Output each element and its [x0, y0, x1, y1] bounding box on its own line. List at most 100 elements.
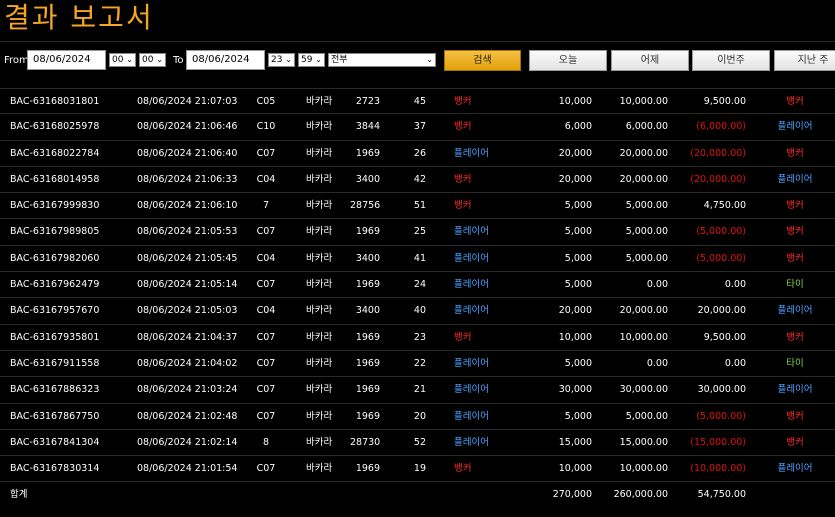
game-cell: 바카라	[306, 252, 333, 264]
bet-amount-cell: 5,000	[564, 410, 592, 422]
from-minute-value: 00	[142, 55, 154, 65]
datetime-cell: 08/06/2024 21:02:48	[137, 410, 238, 422]
valid-bet-cell: 5,000.00	[625, 226, 668, 238]
table-id-cell: 8	[262, 436, 270, 448]
result-cell: 플레이어	[777, 121, 813, 133]
table-id-cell: C04	[256, 173, 276, 185]
winloss-cell: 20,000.00	[697, 305, 746, 317]
round-cell: 3400	[355, 173, 380, 185]
game-cell: 바카라	[306, 96, 333, 107]
bet-amount-cell: 30,000	[558, 384, 592, 396]
round-cell: 1969	[355, 463, 380, 475]
shoe-cell: 25	[413, 226, 426, 238]
chevron-down-icon: ⌄	[426, 55, 433, 64]
bet-id-cell: BAC-63167957670	[10, 305, 100, 317]
bet-choice-cell: 플레이어	[454, 305, 489, 317]
round-cell: 3400	[355, 305, 380, 317]
game-cell: 바카라	[306, 121, 333, 133]
table-id-cell: C07	[256, 384, 276, 396]
game-cell: 바카라	[306, 305, 333, 317]
category-select[interactable]: 전부 ⌄	[328, 53, 436, 67]
winloss-cell: 9,500.00	[703, 331, 746, 343]
bet-amount-cell: 20,000	[558, 305, 592, 317]
datetime-cell: 08/06/2024 21:06:33	[137, 173, 238, 185]
bet-amount-cell: 15,000	[558, 436, 592, 448]
round-cell: 1969	[355, 357, 380, 369]
table-row: BAC-63167999830 08/06/2024 21:06:10 7 바카라 28…	[0, 193, 835, 220]
table-id-cell: C07	[256, 331, 276, 343]
total-amount: 270,000	[552, 489, 592, 501]
from-label: From	[4, 55, 29, 66]
table-id-cell: C04	[256, 252, 276, 264]
valid-bet-cell: 5,000.00	[625, 200, 668, 212]
filter-bar: From 08/06/2024 00 ⌄ 00 ⌄ To 08/06/2024 23…	[0, 48, 835, 74]
bet-choice-cell: 플레이어	[454, 147, 489, 159]
to-minute-select[interactable]: 59 ⌄	[298, 53, 325, 67]
game-cell: 바카라	[306, 410, 333, 422]
search-button[interactable]: 검색	[444, 50, 521, 71]
bet-choice-cell: 플레이어	[454, 226, 489, 238]
from-date-input[interactable]: 08/06/2024	[27, 50, 106, 70]
table-row: BAC-63167886323 08/06/2024 21:03:24 C07 바카라…	[0, 377, 835, 404]
result-cell: 뱅커	[786, 252, 804, 264]
from-hour-select[interactable]: 00 ⌄	[109, 53, 136, 67]
valid-bet-cell: 20,000.00	[619, 147, 668, 159]
valid-bet-cell: 15,000.00	[619, 436, 668, 448]
table-row: BAC-63167989805 08/06/2024 21:05:53 C07 바카라…	[0, 219, 835, 246]
winloss-cell: (6,000.00)	[696, 121, 746, 133]
yesterday-button[interactable]: 어제	[611, 50, 689, 71]
game-cell: 바카라	[306, 384, 333, 396]
this-week-button[interactable]: 이번주	[692, 50, 770, 71]
result-cell: 뱅커	[786, 147, 804, 159]
table-id-cell: C07	[256, 226, 276, 238]
shoe-cell: 52	[413, 436, 426, 448]
table-row: BAC-63168014958 08/06/2024 21:06:33 C04 바카라…	[0, 167, 835, 194]
datetime-cell: 08/06/2024 21:03:24	[137, 384, 238, 396]
shoe-cell: 22	[413, 357, 426, 369]
winloss-cell: (15,000.00)	[690, 436, 746, 448]
shoe-cell: 23	[413, 331, 426, 343]
table-id-cell: C04	[256, 305, 276, 317]
valid-bet-cell: 5,000.00	[625, 410, 668, 422]
page-title: 결과 보고서	[4, 1, 154, 34]
winloss-cell: (20,000.00)	[690, 147, 746, 159]
winloss-cell: (20,000.00)	[690, 173, 746, 185]
table-id-cell: C07	[256, 147, 276, 159]
bet-choice-cell: 뱅커	[454, 463, 472, 475]
valid-bet-cell: 30,000.00	[619, 384, 668, 396]
round-cell: 2723	[355, 96, 380, 107]
shoe-cell: 42	[413, 173, 426, 185]
bet-id-cell: BAC-63167935801	[10, 331, 100, 343]
winloss-cell: 30,000.00	[697, 384, 746, 396]
table-id-cell: C07	[256, 279, 276, 291]
from-minute-select[interactable]: 00 ⌄	[139, 53, 166, 67]
result-cell: 뱅커	[786, 410, 804, 422]
table-row: BAC-63167911558 08/06/2024 21:04:02 C07 바카라…	[0, 351, 835, 378]
round-cell: 1969	[355, 410, 380, 422]
game-cell: 바카라	[306, 147, 333, 159]
totals-label: 합계	[10, 489, 28, 501]
table-id-cell: C07	[256, 410, 276, 422]
bet-amount-cell: 5,000	[564, 200, 592, 212]
table-id-cell: 7	[262, 200, 270, 212]
to-minute-value: 59	[301, 55, 313, 65]
result-cell: 뱅커	[786, 200, 804, 212]
results-table: BAC-63168031801 08/06/2024 21:07:03 C05 바카라…	[0, 88, 835, 506]
bet-choice-cell: 뱅커	[454, 331, 472, 343]
bet-amount-cell: 10,000	[558, 331, 592, 343]
bet-amount-cell: 5,000	[564, 252, 592, 264]
datetime-cell: 08/06/2024 21:05:03	[137, 305, 238, 317]
bet-id-cell: BAC-63167841304	[10, 436, 100, 448]
table-row: BAC-63168022784 08/06/2024 21:06:40 C07 바카라…	[0, 141, 835, 167]
last-week-button[interactable]: 지난 주	[774, 50, 835, 71]
round-cell: 28730	[350, 436, 381, 448]
bet-choice-cell: 플레이어	[454, 384, 489, 396]
winloss-cell: (5,000.00)	[696, 226, 746, 238]
datetime-cell: 08/06/2024 21:06:40	[137, 147, 238, 159]
table-row: BAC-63167841304 08/06/2024 21:02:14 8 바카라 28…	[0, 430, 835, 457]
bet-choice-cell: 플레이어	[454, 252, 489, 264]
shoe-cell: 41	[413, 252, 426, 264]
to-hour-select[interactable]: 23 ⌄	[268, 53, 295, 67]
today-button[interactable]: 오늘	[529, 50, 607, 71]
to-date-input[interactable]: 08/06/2024	[186, 50, 265, 70]
